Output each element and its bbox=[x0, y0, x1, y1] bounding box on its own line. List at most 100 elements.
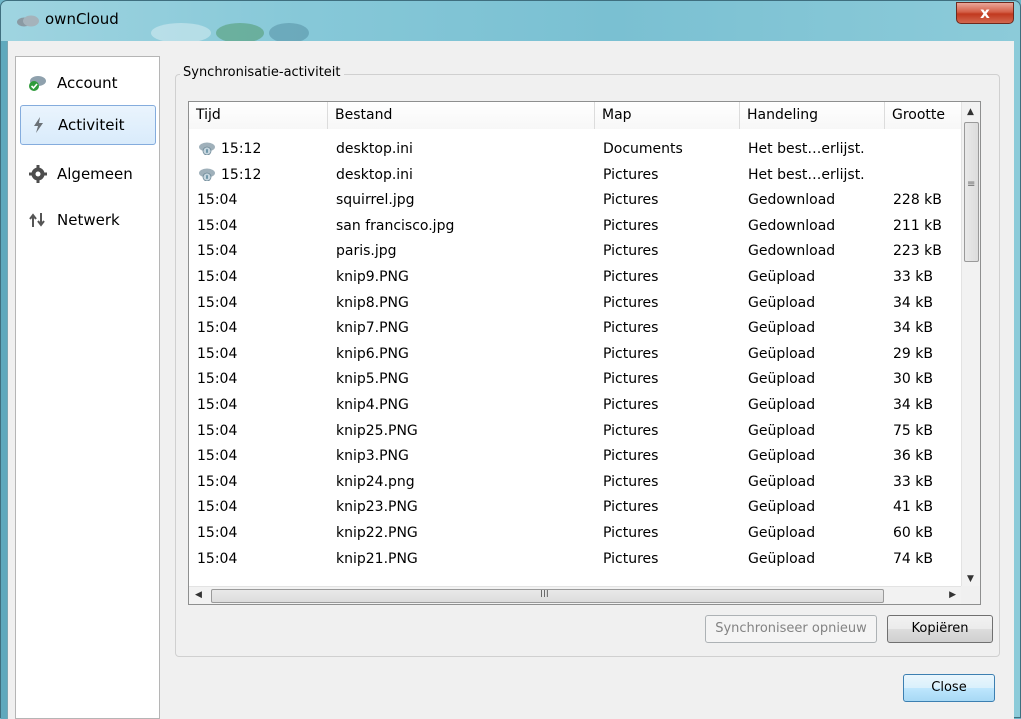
horizontal-scroll-thumb[interactable]: III bbox=[211, 589, 884, 603]
cell-text: 75 kB bbox=[893, 422, 933, 439]
table-row[interactable]: 15:04 knip21.PNG Pictures Geüpload 74 kB bbox=[189, 546, 962, 572]
cell-size: 211 kB bbox=[885, 213, 962, 239]
table-row[interactable]: 15:04 knip8.PNG Pictures Geüpload 34 kB bbox=[189, 290, 962, 316]
cell-text: knip9.PNG bbox=[336, 269, 409, 285]
cell-action: Geüpload bbox=[740, 315, 885, 341]
cell-text: 36 kB bbox=[893, 448, 933, 465]
resync-button[interactable]: Synchroniseer opnieuw bbox=[705, 615, 877, 643]
cell-time: 15:04 bbox=[189, 213, 328, 239]
title-bar[interactable]: ownCloud x bbox=[1, 1, 1020, 43]
cell-text: Gedownload bbox=[748, 243, 836, 260]
cell-size: 34 kB bbox=[885, 315, 962, 341]
cell-time: 15:04 bbox=[189, 315, 328, 341]
vertical-scrollbar[interactable]: ▲ ≡ ▼ bbox=[961, 102, 980, 588]
cell-folder: Pictures bbox=[595, 520, 740, 546]
sidebar-item-label: Activiteit bbox=[58, 116, 125, 134]
table-row[interactable]: 15:04 knip22.PNG Pictures Geüpload 60 kB bbox=[189, 520, 962, 546]
cell-text: Het best…erlijst. bbox=[748, 141, 865, 157]
table-row[interactable]: 15:04 san francisco.jpg Pictures Gedownload… bbox=[189, 213, 962, 239]
sidebar-item-label: Algemeen bbox=[57, 165, 133, 183]
window-close-button[interactable]: x bbox=[956, 2, 1014, 24]
cell-folder: Pictures bbox=[595, 418, 740, 444]
cell-text: knip3.PNG bbox=[336, 448, 409, 465]
cell-folder: Pictures bbox=[595, 187, 740, 213]
cell-time: 15:04 bbox=[189, 443, 328, 469]
cell-file: squirrel.jpg bbox=[328, 187, 595, 213]
cell-text: Gedownload bbox=[748, 217, 836, 234]
cell-text: 34 kB bbox=[893, 320, 933, 337]
cell-text: Pictures bbox=[603, 166, 659, 183]
cell-text: 15:04 bbox=[197, 294, 238, 311]
cell-text: Geüpload bbox=[748, 550, 816, 567]
cell-size: 228 kB bbox=[885, 187, 962, 213]
table-row[interactable]: 15:04 squirrel.jpg Pictures Gedownload 228 k… bbox=[189, 187, 962, 213]
cell-file: knip23.PNG bbox=[328, 494, 595, 520]
cell-text: Pictures bbox=[603, 243, 659, 260]
cell-text: 74 kB bbox=[893, 550, 933, 567]
table-row[interactable]: 15:04 paris.jpg Pictures Gedownload 223 kB bbox=[189, 238, 962, 264]
table-row[interactable]: 15:04 knip9.PNG Pictures Geüpload 33 kB bbox=[189, 264, 962, 290]
table-row[interactable]: 15:12 desktop.ini Documents Het best…erlijs… bbox=[189, 136, 962, 162]
cell-time: 15:04 bbox=[189, 418, 328, 444]
titlebar-glass-decoration bbox=[269, 23, 309, 43]
cell-text: Pictures bbox=[603, 397, 659, 413]
cell-text: Pictures bbox=[603, 525, 659, 541]
cell-folder: Pictures bbox=[595, 238, 740, 264]
column-header-time[interactable]: Tijd bbox=[189, 102, 328, 129]
sidebar-item-account[interactable]: Account bbox=[20, 63, 156, 103]
cell-size: 33 kB bbox=[885, 264, 962, 290]
sidebar-item-network[interactable]: Netwerk bbox=[20, 200, 156, 240]
table-row[interactable]: 15:04 knip3.PNG Pictures Geüpload 36 kB bbox=[189, 443, 962, 469]
column-header-file[interactable]: Bestand bbox=[328, 102, 595, 129]
sidebar-item-activity[interactable]: Activiteit bbox=[20, 105, 156, 145]
cell-size bbox=[885, 136, 962, 162]
table-row[interactable]: 15:04 knip4.PNG Pictures Geüpload 34 kB bbox=[189, 392, 962, 418]
cell-size: 36 kB bbox=[885, 443, 962, 469]
table-header: Tijd Bestand Map Handeling Grootte bbox=[189, 102, 962, 129]
scroll-grip-icon: ≡ bbox=[967, 179, 976, 190]
cell-time: 15:12 bbox=[189, 162, 328, 188]
table-row[interactable]: 15:04 knip23.PNG Pictures Geüpload 41 kB bbox=[189, 494, 962, 520]
group-title: Synchronisatie-activiteit bbox=[180, 65, 344, 80]
settings-sidebar: Account Activiteit Algemeen Netwerk bbox=[15, 56, 160, 719]
table-row[interactable]: 15:12 desktop.ini Pictures Het best…erlijst… bbox=[189, 162, 962, 188]
vertical-scroll-thumb[interactable]: ≡ bbox=[964, 122, 979, 262]
close-button[interactable]: Close bbox=[903, 674, 995, 702]
table-row[interactable]: 15:04 knip24.png Pictures Geüpload 33 kB bbox=[189, 469, 962, 495]
copy-button[interactable]: Kopiëren bbox=[887, 615, 993, 643]
table-row[interactable]: 15:04 knip25.PNG Pictures Geüpload 75 kB bbox=[189, 418, 962, 444]
cell-text: 15:04 bbox=[197, 243, 238, 260]
cell-folder: Pictures bbox=[595, 392, 740, 418]
cell-text: 15:12 bbox=[221, 141, 262, 157]
cell-time: 15:04 bbox=[189, 366, 328, 392]
cell-size: 60 kB bbox=[885, 520, 962, 546]
table-row[interactable]: 15:04 knip5.PNG Pictures Geüpload 30 kB bbox=[189, 366, 962, 392]
cell-time: 15:04 bbox=[189, 546, 328, 572]
cell-text: Geüpload bbox=[748, 422, 816, 439]
cell-text: knip6.PNG bbox=[336, 345, 409, 362]
cell-action: Geüpload bbox=[740, 392, 885, 418]
scroll-right-arrow-icon[interactable]: ▶ bbox=[949, 590, 956, 600]
sidebar-item-general[interactable]: Algemeen bbox=[20, 154, 156, 194]
owncloud-logo-icon bbox=[17, 15, 39, 27]
column-header-size[interactable]: Grootte bbox=[885, 102, 962, 129]
scroll-down-arrow-icon[interactable]: ▼ bbox=[967, 574, 974, 584]
cell-folder: Pictures bbox=[595, 341, 740, 367]
table-row[interactable]: 15:04 knip6.PNG Pictures Geüpload 29 kB bbox=[189, 341, 962, 367]
column-header-folder[interactable]: Map bbox=[595, 102, 740, 129]
scroll-left-arrow-icon[interactable]: ◀ bbox=[195, 590, 202, 600]
horizontal-scrollbar[interactable]: ◀ III ▶ bbox=[189, 586, 962, 604]
table-row[interactable]: 15:04 knip7.PNG Pictures Geüpload 34 kB bbox=[189, 315, 962, 341]
column-header-action[interactable]: Handeling bbox=[740, 102, 885, 129]
cell-action: Geüpload bbox=[740, 494, 885, 520]
cell-text: Geüpload bbox=[748, 499, 816, 516]
cell-file: knip25.PNG bbox=[328, 418, 595, 444]
cell-folder: Pictures bbox=[595, 443, 740, 469]
scroll-up-arrow-icon[interactable]: ▲ bbox=[967, 107, 974, 117]
sidebar-item-label: Netwerk bbox=[57, 211, 120, 229]
cell-action: Geüpload bbox=[740, 443, 885, 469]
cell-action: Gedownload bbox=[740, 238, 885, 264]
network-arrows-icon bbox=[29, 213, 45, 227]
cell-text: Gedownload bbox=[748, 192, 836, 209]
cell-text: Geüpload bbox=[748, 269, 816, 285]
